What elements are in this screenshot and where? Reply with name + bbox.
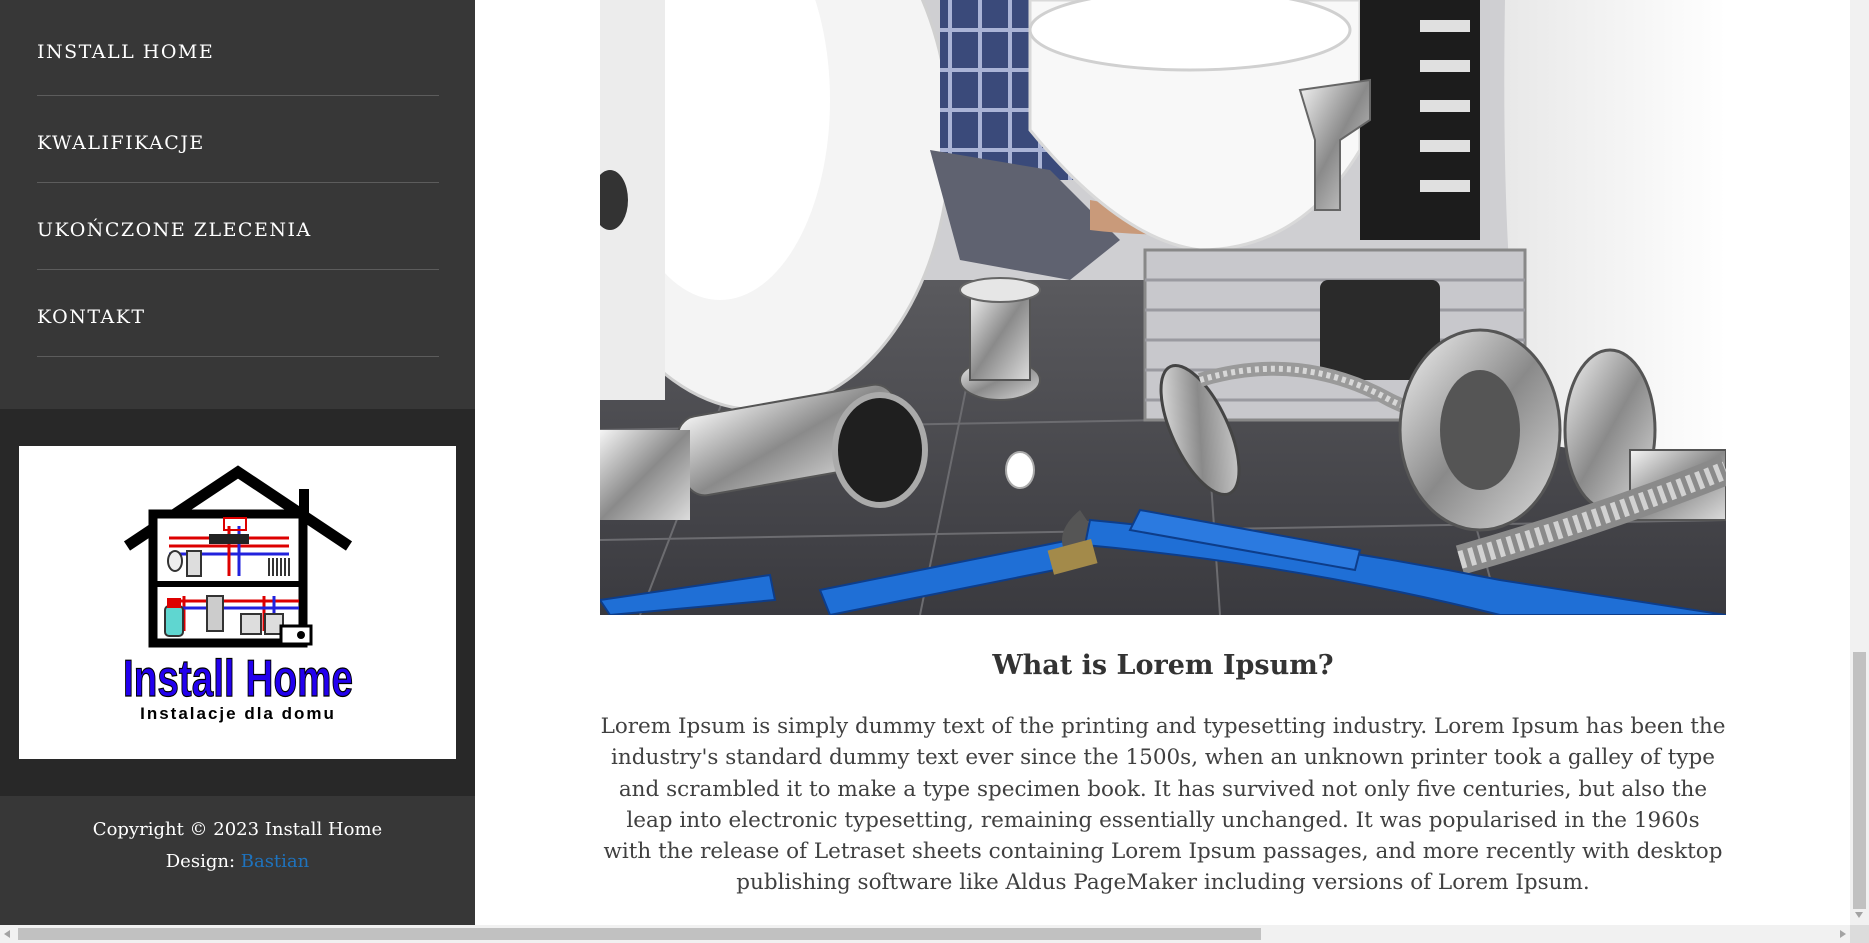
sidebar: INSTALL HOME KWALIFIKACJE UKOŃCZONE ZLEC… (0, 0, 475, 925)
scroll-right-arrow-icon[interactable] (1840, 930, 1846, 938)
logo-title: Install Home (123, 650, 353, 708)
design-credit: Design: Bastian (0, 851, 475, 872)
site-logo[interactable]: Install Home Instalacje dla domu (19, 446, 456, 759)
horizontal-scrollbar[interactable] (0, 925, 1850, 943)
plumbing-photo (600, 0, 1726, 615)
site-footer: Copyright © 2023 Install Home Design: Ba… (0, 796, 475, 925)
logo-subtitle: Instalacje dla domu (140, 704, 336, 723)
vertical-scrollbar-thumb[interactable] (1853, 652, 1866, 909)
nav-item-kontakt[interactable]: KONTAKT (37, 270, 439, 357)
nav-item-label: KONTAKT (37, 306, 146, 328)
designer-link[interactable]: Bastian (241, 851, 310, 872)
copyright-text: Copyright © 2023 Install Home (92, 819, 383, 840)
vertical-scrollbar[interactable] (1850, 0, 1869, 925)
nav-item-label: INSTALL HOME (37, 40, 215, 63)
main-content: What is Lorem Ipsum? Lorem Ipsum is simp… (475, 0, 1850, 925)
hero-image (600, 0, 1726, 615)
scroll-left-arrow-icon[interactable] (4, 930, 10, 938)
design-label: Design: (165, 851, 241, 872)
main-navigation: INSTALL HOME KWALIFIKACJE UKOŃCZONE ZLEC… (37, 0, 439, 357)
nav-item-install-home[interactable]: INSTALL HOME (37, 0, 439, 96)
nav-item-label: UKOŃCZONE ZLECENIA (37, 219, 312, 241)
scrollbar-corner (1850, 925, 1869, 943)
nav-item-kwalifikacje[interactable]: KWALIFIKACJE (37, 96, 439, 183)
scroll-down-arrow-icon[interactable] (1855, 912, 1863, 918)
nav-item-label: KWALIFIKACJE (37, 132, 205, 154)
logo-section: Install Home Instalacje dla domu (0, 409, 475, 796)
horizontal-scrollbar-thumb[interactable] (18, 928, 1261, 940)
house-logo-graphic: Install Home Instalacje dla domu (122, 465, 354, 723)
article-title: What is Lorem Ipsum? (992, 650, 1334, 681)
article-body: Lorem Ipsum is simply dummy text of the … (600, 714, 1726, 896)
nav-item-ukonczone-zlecenia[interactable]: UKOŃCZONE ZLECENIA (37, 183, 439, 270)
